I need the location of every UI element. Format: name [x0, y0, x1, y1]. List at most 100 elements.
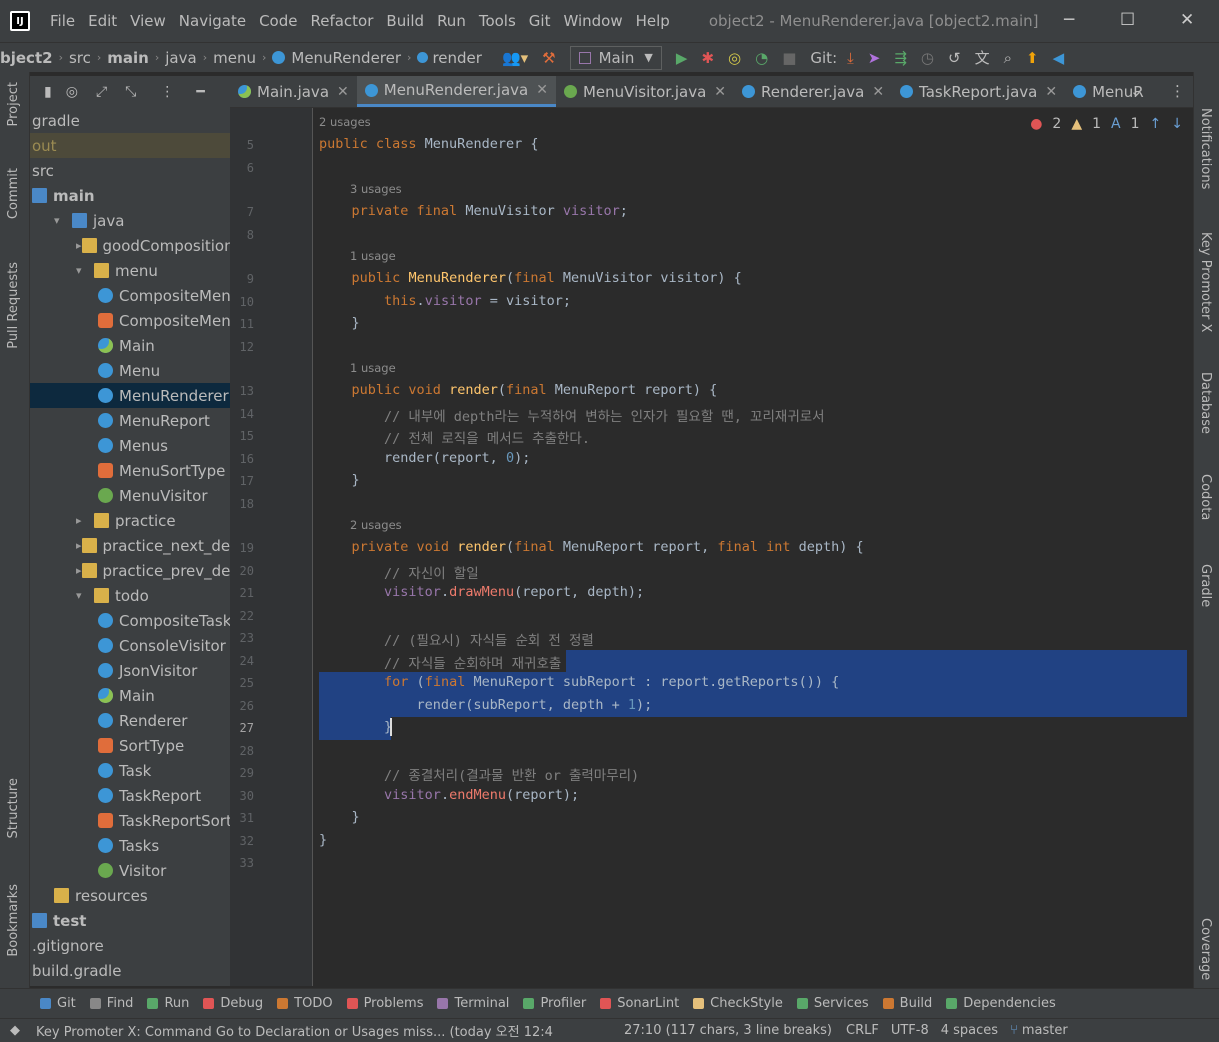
tree-item[interactable]: Visitor [30, 858, 230, 883]
tool-window-debug[interactable]: Debug [203, 996, 263, 1011]
structure-tool-button[interactable]: Structure [6, 778, 21, 838]
close-tab-icon[interactable]: ✕ [337, 84, 349, 100]
run-icon[interactable]: ▶ [676, 49, 688, 67]
code-line[interactable]: } [319, 719, 392, 735]
code-line[interactable]: public class MenuRenderer { [319, 136, 538, 152]
code-line[interactable]: private final MenuVisitor visitor; [319, 203, 628, 219]
breadcrumb-java[interactable]: java [165, 49, 196, 67]
tool-window-run[interactable]: Run [147, 996, 189, 1011]
tree-item[interactable]: ▸ practice [30, 508, 230, 533]
line-number[interactable]: 17 [230, 474, 254, 488]
status-message[interactable]: Key Promoter X: Command Go to Declaratio… [36, 1021, 596, 1040]
tree-item[interactable]: ConsoleVisitor [30, 633, 230, 658]
users-icon[interactable]: 👥▾ [502, 49, 528, 67]
editor-tab[interactable]: TaskReport.java ✕ [892, 76, 1065, 107]
chevron-right-icon[interactable]: ▸ [76, 239, 82, 252]
line-number[interactable]: 10 [230, 295, 254, 309]
bookmarks-tool-button[interactable]: Bookmarks [6, 884, 21, 957]
menu-refactor[interactable]: Refactor [310, 12, 373, 30]
menu-tools[interactable]: Tools [479, 12, 516, 30]
tabs-overflow-icon[interactable]: ⌄ [1130, 82, 1143, 100]
code-editor[interactable]: ● 2 ▲ 1 A1 ↑ ↓ 2 usages public class MenuRe… [313, 108, 1193, 986]
stop-icon[interactable]: ■ [782, 49, 796, 67]
gradle-tool-button[interactable]: Gradle [1198, 564, 1213, 607]
tool-window-terminal[interactable]: Terminal [437, 996, 509, 1011]
hide-panel-icon[interactable]: ━ [196, 84, 204, 100]
line-number[interactable]: 30 [230, 789, 254, 803]
line-number[interactable]: 15 [230, 429, 254, 443]
breadcrumb-class[interactable]: MenuRenderer [291, 49, 401, 67]
line-separator[interactable]: CRLF [846, 1023, 879, 1038]
line-number[interactable]: 12 [230, 340, 254, 354]
tree-item[interactable]: Menus [30, 433, 230, 458]
tree-item[interactable]: build.gradle [30, 958, 230, 983]
line-number[interactable]: 6 [230, 161, 254, 175]
code-line[interactable]: } [319, 472, 360, 488]
minimize-button[interactable]: ─ [1064, 10, 1074, 30]
tree-item[interactable]: CompositeMenu [30, 283, 230, 308]
target-icon[interactable]: ◎ [66, 84, 78, 100]
chevron-right-icon[interactable]: ▸ [76, 514, 94, 527]
close-tab-icon[interactable]: ✕ [714, 84, 726, 100]
previous-highlight-icon[interactable]: ↑ [1150, 116, 1162, 132]
tree-item[interactable]: gradle [30, 108, 230, 133]
indent-setting[interactable]: 4 spaces [941, 1023, 998, 1038]
tool-window-build[interactable]: Build [882, 996, 932, 1011]
breadcrumb-menu[interactable]: menu [213, 49, 256, 67]
line-number[interactable]: 23 [230, 631, 254, 645]
tool-window-git[interactable]: Git [40, 996, 76, 1011]
line-number[interactable]: 7 [230, 205, 254, 219]
menu-code[interactable]: Code [259, 12, 297, 30]
line-number[interactable]: 33 [230, 856, 254, 870]
menu-help[interactable]: Help [636, 12, 670, 30]
close-tab-icon[interactable]: ✕ [536, 82, 548, 98]
code-line[interactable]: public MenuRenderer(final MenuVisitor vi… [319, 270, 742, 286]
translate-icon[interactable]: 文 [975, 47, 990, 68]
breadcrumb-project[interactable]: bject2 [0, 49, 53, 67]
editor-tab[interactable]: Main.java ✕ [230, 76, 357, 107]
tree-item[interactable]: ▸ goodComposition [30, 233, 230, 258]
tool-window-checkstyle[interactable]: CheckStyle [693, 996, 783, 1011]
tree-item[interactable]: ▾ todo [30, 583, 230, 608]
tree-item[interactable]: Main [30, 683, 230, 708]
menu-build[interactable]: Build [386, 12, 424, 30]
line-number[interactable]: 11 [230, 317, 254, 331]
line-number[interactable]: 19 [230, 541, 254, 555]
code-line[interactable]: // 종결처리(결과물 반환 or 출력마무리) [319, 764, 639, 784]
code-line[interactable]: } [319, 809, 360, 825]
code-line[interactable]: } [319, 315, 360, 331]
tree-item[interactable]: JsonVisitor [30, 658, 230, 683]
editor-tab[interactable]: Renderer.java ✕ [734, 76, 892, 107]
line-number[interactable]: 24 [230, 654, 254, 668]
select-opened-file-icon[interactable]: ▮ [44, 84, 52, 100]
code-line[interactable]: // 자신이 할일 [319, 562, 479, 582]
tree-item[interactable]: SortType [30, 733, 230, 758]
git-update-icon[interactable]: ⤓ [847, 49, 854, 67]
tree-item[interactable]: TaskReportSortT [30, 808, 230, 833]
line-number[interactable]: 26 [230, 699, 254, 713]
tree-item[interactable]: ▸ practice_prev_deco_ [30, 558, 230, 583]
search-icon[interactable]: ⌕ [1004, 49, 1012, 67]
tree-item[interactable]: out [30, 133, 230, 158]
line-number[interactable]: 5 [230, 138, 254, 152]
tree-item[interactable]: Tasks [30, 833, 230, 858]
tree-item[interactable]: ▾ menu [30, 258, 230, 283]
inspection-widget[interactable]: ● 2 ▲ 1 A1 ↑ ↓ [1030, 116, 1183, 132]
breadcrumb-main[interactable]: main [107, 49, 149, 67]
line-number[interactable]: 28 [230, 744, 254, 758]
line-number[interactable]: 13 [230, 384, 254, 398]
line-number[interactable]: 25 [230, 676, 254, 690]
debug-icon[interactable]: ✱ [701, 49, 714, 67]
code-line[interactable]: // 내부에 depth라는 누적하여 변하는 인자가 필요할 땐, 꼬리재귀로… [319, 405, 825, 425]
tool-window-find[interactable]: Find [89, 996, 133, 1011]
expand-all-icon[interactable]: ⤢ [96, 84, 107, 100]
chevron-right-icon[interactable]: ▸ [76, 564, 82, 577]
code-line[interactable]: for (final MenuReport subReport : report… [319, 674, 839, 690]
line-number[interactable]: 16 [230, 452, 254, 466]
line-number[interactable]: 9 [230, 272, 254, 286]
code-line[interactable]: // (필요시) 자식들 순회 전 정렬 [319, 629, 594, 649]
line-number[interactable]: 32 [230, 834, 254, 848]
tree-item[interactable]: ▾ java [30, 208, 230, 233]
git-commit-icon[interactable]: ➤ [868, 49, 881, 67]
plugin-icon[interactable]: ◀ [1053, 49, 1065, 67]
